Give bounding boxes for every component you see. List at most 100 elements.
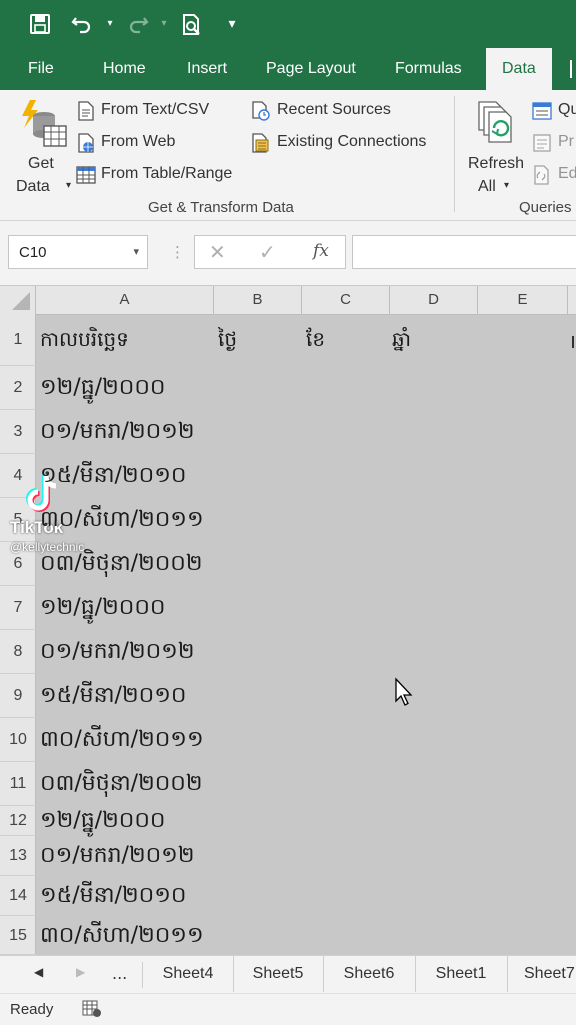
ribbon-data: Get Data ▾ From Text/CSV From Web From T… <box>0 90 576 221</box>
tab-formulas[interactable]: Formulas <box>395 48 462 90</box>
row-header[interactable]: 2 <box>0 366 36 410</box>
scroll-sheets-left-icon[interactable]: ◀ <box>34 965 43 979</box>
refresh-icon <box>478 101 512 143</box>
sheet-tab-bar: ◀ ▶ ... Sheet4 Sheet5 Sheet6 Sheet1 Shee… <box>0 955 576 994</box>
column-header-d[interactable]: D <box>390 286 478 314</box>
cell-a[interactable]: ១២/ធ្នូ/២០០០ <box>40 373 165 405</box>
row-header[interactable]: 7 <box>0 586 36 630</box>
text-file-icon <box>78 101 94 121</box>
row-header[interactable]: 3 <box>0 410 36 454</box>
row-header[interactable]: 15 <box>0 916 36 955</box>
cell-a[interactable]: ៣០/សីហា/២០១១ <box>40 505 204 537</box>
save-icon[interactable] <box>26 10 54 38</box>
cell-a[interactable]: ០១/មករា/២០១២ <box>40 841 194 873</box>
table-icon <box>76 166 96 184</box>
edit-links-label-partial: Ed <box>558 165 576 182</box>
properties-label-partial: Pr <box>558 133 574 150</box>
row-headers: 1 2 3 4 5 6 7 8 9 10 11 12 13 14 15 <box>0 314 36 955</box>
formula-bar-drag-handle-icon[interactable]: ⋮ <box>170 243 185 261</box>
column-header-e[interactable]: E <box>478 286 568 314</box>
cell-a[interactable]: ៣០/សីហា/២០១១ <box>40 725 204 757</box>
status-text: Ready <box>10 1001 54 1018</box>
refresh-all-button[interactable]: Refresh All ▾ <box>464 96 528 196</box>
sheet-tab-sheet1[interactable]: Sheet1 <box>415 956 508 992</box>
tab-file[interactable]: File <box>28 48 54 90</box>
row-header[interactable]: 12 <box>0 806 36 836</box>
recent-sources-icon <box>252 101 270 121</box>
cell-b1[interactable]: ថ្ងៃ <box>218 326 237 356</box>
tab-home[interactable]: Home <box>103 48 146 90</box>
cell-a[interactable]: ១៥/មីនា/២០១០ <box>40 881 186 913</box>
tab-insert[interactable]: Insert <box>187 48 227 90</box>
redo-dropdown-icon[interactable]: ▾ <box>150 10 178 38</box>
name-box[interactable]: C10 ▾ <box>8 235 148 269</box>
formula-bar: C10 ▾ ⋮ ✕ ✓ fx <box>0 221 576 285</box>
get-data-label-1: Get <box>28 155 54 172</box>
cell-c1[interactable]: ខែ <box>306 326 325 356</box>
properties-icon <box>533 134 551 152</box>
column-header-c[interactable]: C <box>302 286 390 314</box>
get-data-button[interactable]: Get Data ▾ <box>12 96 72 196</box>
row-header[interactable]: 9 <box>0 674 36 718</box>
existing-connections-label: Existing Connections <box>277 133 427 150</box>
formula-input[interactable] <box>352 235 576 269</box>
row-header[interactable]: 11 <box>0 762 36 806</box>
web-file-icon <box>78 133 94 153</box>
cell-d1[interactable]: ឆ្នាំ <box>392 326 411 356</box>
cancel-icon[interactable]: ✕ <box>209 240 226 264</box>
customize-toolbar-icon[interactable]: ▾ <box>218 10 246 38</box>
print-preview-icon[interactable] <box>178 10 206 38</box>
refresh-all-label-2: All <box>478 178 496 195</box>
cell-a[interactable]: ១៥/មីនា/២០១០ <box>40 681 186 713</box>
formula-buttons: ✕ ✓ fx <box>194 235 346 269</box>
queries-connections-button[interactable]: Qu <box>532 100 576 124</box>
undo-dropdown-icon[interactable]: ▾ <box>96 10 124 38</box>
cell-a[interactable]: ៣០/សីហា/២០១១ <box>40 921 204 953</box>
sheet-tab-sheet4[interactable]: Sheet4 <box>143 956 234 992</box>
properties-button[interactable]: Pr <box>532 132 576 156</box>
group-label-queries: Queries <box>519 199 572 216</box>
macro-recording-icon[interactable] <box>82 1000 102 1018</box>
edit-links-icon <box>534 165 549 185</box>
cell-f1-text-fragment <box>572 336 574 348</box>
status-bar: Ready <box>0 993 576 1025</box>
mouse-cursor-icon <box>395 677 413 706</box>
cell-a[interactable]: ០១/មករា/២០១២ <box>40 637 194 669</box>
tab-data[interactable]: Data <box>486 48 552 90</box>
cell-a1[interactable]: កាលបរិច្ឆេទ <box>40 326 129 356</box>
column-header-b[interactable]: B <box>214 286 302 314</box>
chevron-down-icon: ▾ <box>66 180 72 191</box>
refresh-all-label-1: Refresh <box>468 155 525 172</box>
cell-a[interactable]: ០១/មករា/២០១២ <box>40 417 194 449</box>
cell-a[interactable]: ១៥/មីនា/២០១០ <box>40 461 186 493</box>
row-header[interactable]: 13 <box>0 836 36 876</box>
queries-label-partial: Qu <box>558 101 576 118</box>
from-text-csv-label: From Text/CSV <box>101 101 210 118</box>
edit-links-button[interactable]: Ed <box>532 164 576 188</box>
connections-icon <box>252 133 269 153</box>
redo-icon[interactable] <box>124 10 152 38</box>
queries-icon <box>532 102 552 120</box>
sheet-tab-sheet7[interactable]: Sheet7 <box>507 956 576 992</box>
cell-a[interactable]: ១២/ធ្នូ/២០០០ <box>40 806 165 838</box>
group-label-get-transform: Get & Transform Data <box>148 199 294 216</box>
cell-a[interactable]: ០៣/មិថុនា/២០០២ <box>40 549 203 581</box>
row-header[interactable]: 10 <box>0 718 36 762</box>
tab-page-layout[interactable]: Page Layout <box>266 48 356 90</box>
select-all-corner[interactable] <box>0 286 36 314</box>
sheet-tab-sheet5[interactable]: Sheet5 <box>233 956 324 992</box>
undo-icon[interactable] <box>68 10 96 38</box>
sheet-tab-sheet6[interactable]: Sheet6 <box>323 956 416 992</box>
enter-checkmark-icon[interactable]: ✓ <box>259 240 276 264</box>
column-header-a[interactable]: A <box>36 286 214 314</box>
cell-a[interactable]: ១២/ធ្នូ/២០០០ <box>40 593 165 625</box>
more-sheets-button[interactable]: ... <box>112 964 127 983</box>
row-header[interactable]: 1 <box>0 314 36 366</box>
insert-function-icon[interactable]: fx <box>313 241 329 261</box>
row-header[interactable]: 8 <box>0 630 36 674</box>
name-box-dropdown-icon[interactable]: ▾ <box>133 245 139 258</box>
cell-a[interactable]: ០៣/មិថុនា/២០០២ <box>40 769 203 801</box>
recent-sources-label: Recent Sources <box>277 101 391 118</box>
scroll-sheets-right-icon[interactable]: ▶ <box>76 965 85 979</box>
row-header[interactable]: 14 <box>0 876 36 916</box>
